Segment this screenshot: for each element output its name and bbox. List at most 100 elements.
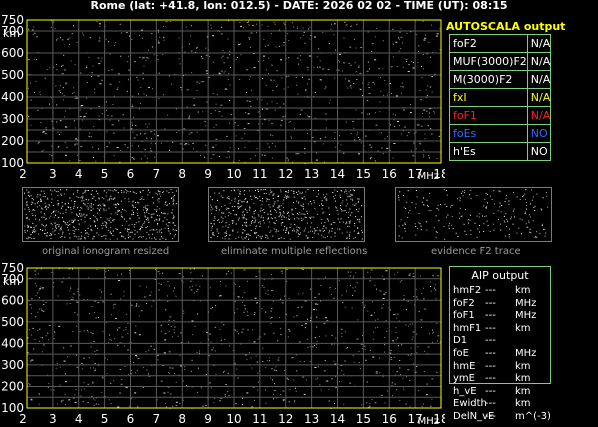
noise-dot	[81, 198, 83, 200]
noise-dot	[259, 221, 261, 223]
noise-dot	[284, 196, 286, 198]
noise-dot	[364, 304, 366, 306]
noise-dot	[296, 57, 299, 59]
noise-dot	[421, 65, 423, 67]
noise-dot	[516, 232, 518, 234]
noise-dot	[316, 316, 318, 318]
noise-dot	[270, 33, 272, 35]
noise-dot	[215, 144, 217, 146]
noise-dot	[274, 109, 276, 111]
x-tick-label: 6	[127, 167, 135, 181]
noise-dot	[255, 196, 257, 198]
noise-dot	[227, 215, 229, 217]
noise-dot	[287, 33, 289, 35]
noise-dot	[30, 99, 32, 101]
noise-dot	[93, 196, 95, 198]
noise-dot	[237, 195, 239, 197]
noise-dot	[44, 195, 46, 197]
noise-dot	[127, 228, 129, 230]
noise-dot	[346, 231, 348, 233]
noise-dot	[124, 198, 126, 200]
noise-dot	[389, 124, 391, 126]
noise-dot	[390, 350, 392, 352]
noise-dot	[61, 217, 63, 219]
noise-dot	[297, 28, 299, 29]
noise-dot	[169, 21, 171, 23]
noise-dot	[318, 193, 320, 195]
noise-dot	[168, 372, 170, 374]
noise-dot	[252, 216, 253, 218]
noise-dot	[310, 203, 312, 205]
noise-dot	[103, 190, 105, 192]
noise-dot	[236, 368, 238, 370]
noise-dot	[34, 215, 36, 217]
noise-dot	[240, 206, 241, 208]
noise-dot	[324, 317, 327, 319]
noise-dot	[307, 338, 309, 340]
noise-dot	[33, 228, 35, 230]
noise-dot	[43, 190, 45, 192]
noise-dot	[283, 88, 285, 90]
noise-dot	[267, 237, 269, 239]
noise-dot	[212, 225, 213, 227]
noise-dot	[304, 198, 306, 200]
noise-dot	[136, 76, 138, 78]
noise-dot	[385, 270, 388, 272]
noise-dot	[359, 221, 361, 223]
aip-param-value: ---	[485, 348, 496, 359]
noise-dot	[92, 208, 94, 210]
noise-dot	[129, 228, 130, 230]
noise-dot	[225, 225, 227, 227]
noise-dot	[244, 308, 246, 310]
noise-dot	[323, 370, 326, 372]
noise-dot	[265, 311, 267, 313]
noise-dot	[145, 227, 147, 228]
noise-dot	[349, 234, 350, 236]
noise-dot	[230, 114, 232, 116]
x-tick-label: 3	[49, 412, 57, 426]
noise-dot	[341, 209, 342, 210]
noise-dot	[93, 220, 95, 222]
autoscala-param-value: N/A	[526, 34, 552, 53]
noise-dot	[102, 235, 104, 237]
noise-dot	[72, 222, 74, 223]
noise-dot	[374, 284, 376, 286]
noise-dot	[270, 230, 272, 232]
noise-dot	[345, 189, 347, 191]
noise-dot	[273, 332, 275, 334]
noise-dot	[98, 40, 101, 42]
noise-dot	[434, 284, 436, 286]
noise-dot	[26, 237, 28, 239]
noise-dot	[95, 199, 97, 201]
noise-dot	[80, 238, 82, 240]
noise-dot	[170, 393, 172, 395]
noise-dot	[148, 294, 151, 296]
x-tick-label: 2	[19, 412, 27, 426]
noise-dot	[168, 230, 170, 232]
noise-dot	[143, 206, 145, 208]
noise-dot	[237, 377, 239, 379]
noise-dot	[133, 206, 134, 208]
noise-dot	[97, 207, 99, 209]
noise-dot	[268, 193, 270, 195]
noise-dot	[98, 198, 100, 200]
noise-dot	[51, 20, 53, 22]
noise-dot	[134, 392, 137, 394]
noise-dot	[296, 229, 298, 231]
noise-dot	[451, 224, 453, 226]
noise-dot	[229, 198, 230, 200]
noise-dot	[39, 194, 41, 196]
noise-dot	[81, 235, 83, 237]
noise-dot	[308, 203, 309, 205]
noise-dot	[43, 304, 45, 305]
noise-dot	[273, 203, 275, 205]
noise-dot	[451, 216, 453, 218]
noise-dot	[464, 230, 466, 232]
noise-dot	[92, 146, 94, 148]
noise-dot	[168, 228, 169, 230]
noise-dot	[352, 200, 354, 202]
noise-dot	[358, 198, 360, 200]
noise-dot	[412, 155, 415, 157]
noise-dot	[258, 271, 260, 273]
noise-dot	[352, 204, 354, 206]
